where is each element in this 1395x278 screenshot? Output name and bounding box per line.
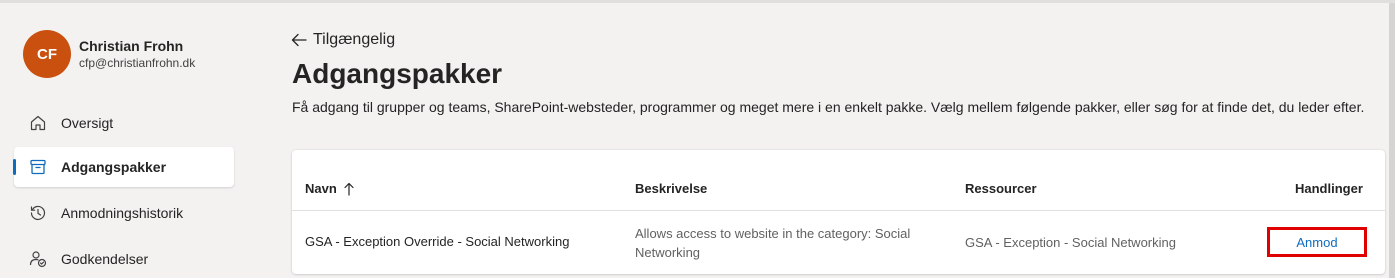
row-resources: GSA - Exception - Social Networking (965, 235, 1176, 250)
column-header-navn[interactable]: Navn (305, 181, 354, 196)
avatar[interactable]: CF (23, 30, 71, 78)
scrollbar[interactable] (1389, 3, 1395, 278)
arrow-up-icon (344, 182, 354, 196)
row-name: GSA - Exception Override - Social Networ… (305, 234, 570, 249)
sidebar-item-anmodningshistorik[interactable]: Anmodningshistorik (14, 193, 234, 233)
sidebar-item-label: Adgangspakker (61, 159, 167, 175)
archive-icon (28, 157, 48, 177)
sidebar: CF Christian Frohn cfp@christianfrohn.dk… (0, 3, 250, 278)
column-header-ressourcer[interactable]: Ressourcer (965, 181, 1037, 196)
sidebar-item-label: Anmodningshistorik (61, 205, 184, 221)
column-header-beskrivelse[interactable]: Beskrivelse (635, 181, 707, 196)
page-title: Adgangspakker (292, 58, 503, 89)
user-email: cfp@christianfrohn.dk (79, 56, 196, 70)
history-icon (28, 203, 48, 223)
user-name: Christian Frohn (79, 38, 184, 54)
sidebar-item-adgangspakker[interactable]: Adgangspakker (13, 147, 234, 187)
header-divider (292, 210, 1385, 211)
sidebar-item-oversigt[interactable]: Oversigt (14, 103, 234, 143)
arrow-left-icon (291, 33, 307, 47)
user-profile: CF Christian Frohn cfp@christianfrohn.dk (23, 30, 195, 78)
row-description: Allows access to website in the category… (635, 226, 911, 260)
back-link-label: Tilgængelig (313, 31, 396, 48)
sidebar-item-godkendelser[interactable]: Godkendelser (14, 239, 234, 278)
sidebar-item-label: Oversigt (61, 115, 114, 131)
sidebar-item-label: Godkendelser (61, 251, 149, 267)
person-check-icon (28, 249, 48, 269)
back-link[interactable]: Tilgængelig (291, 31, 395, 49)
column-header-handlinger: Handlinger (1295, 181, 1363, 196)
page-description: Få adgang til grupper og teams, SharePoi… (292, 99, 1365, 115)
access-packages-table: Navn Beskrivelse Ressourcer Handlinger G… (292, 150, 1385, 274)
request-button[interactable]: Anmod (1267, 227, 1367, 257)
home-icon (28, 113, 48, 133)
